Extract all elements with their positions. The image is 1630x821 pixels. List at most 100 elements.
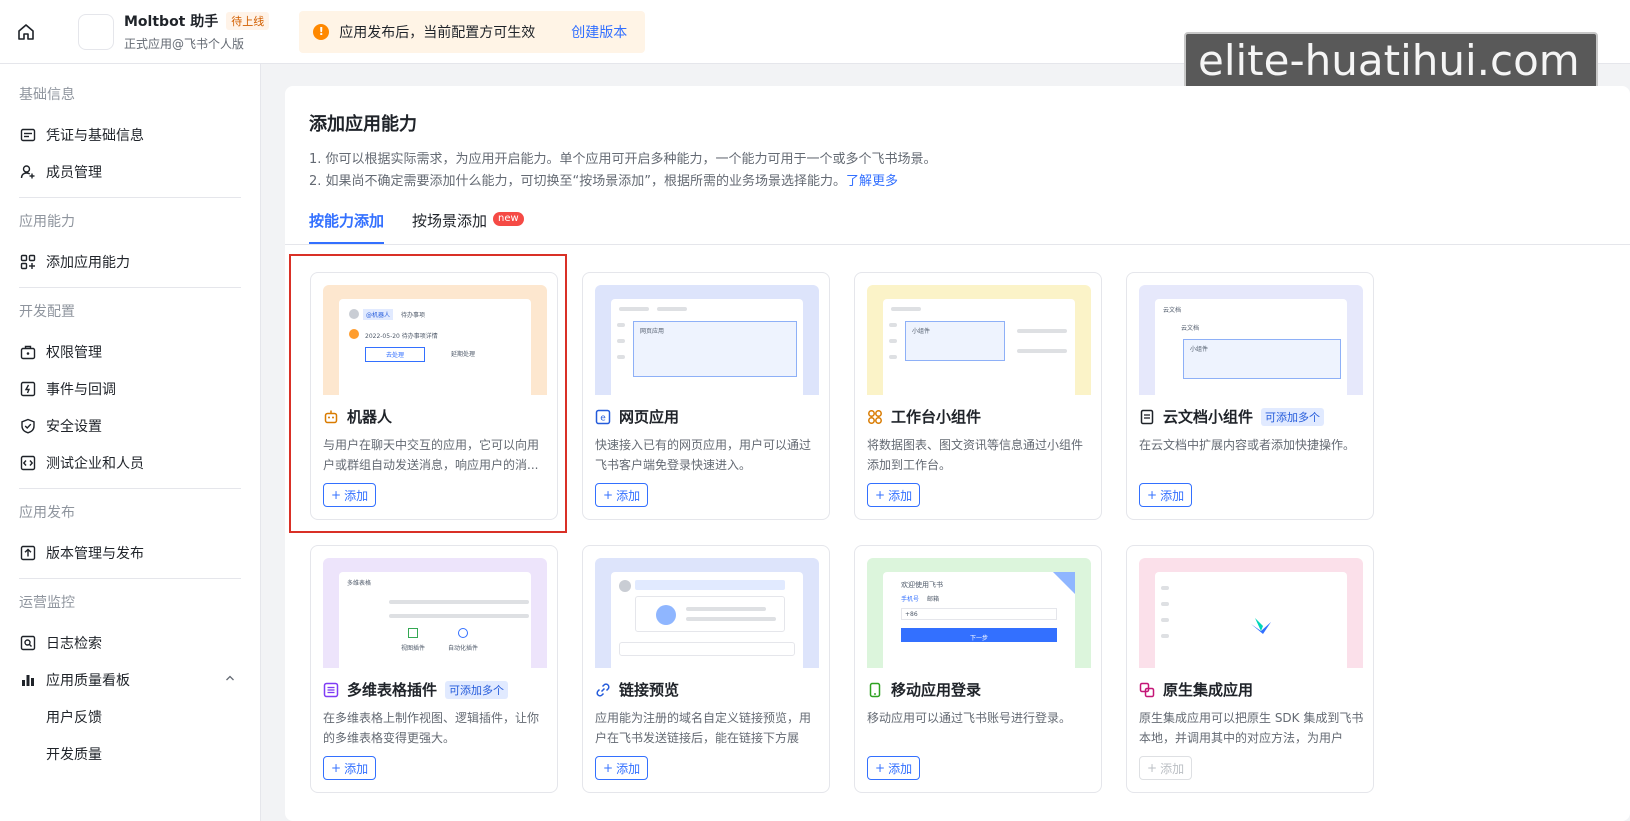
login-thumb-window: 欢迎使用飞书 手机号 邮箱 +86 下一步	[883, 572, 1075, 668]
card-robot[interactable]: @机器人 待办事项 2022-05-20 待办事项详情 去处理 延期处理 机器人…	[310, 272, 558, 520]
status-badge: 待上线	[226, 12, 270, 30]
add-label: 添加	[616, 488, 641, 503]
sidebar-item-events[interactable]: 事件与回调	[0, 370, 260, 407]
sidebar-item-members[interactable]: 成员管理	[0, 153, 260, 190]
sidebar-item-test-org[interactable]: 测试企业和人员	[0, 444, 260, 481]
phone-input: +86	[901, 608, 1057, 620]
add-button[interactable]: + 添加	[595, 756, 649, 780]
doc-box: 小组件	[1183, 339, 1341, 379]
log-search-icon	[19, 634, 36, 651]
thumb-line	[891, 307, 921, 311]
svg-text:e: e	[600, 413, 606, 423]
add-button-disabled[interactable]: + 添加	[1139, 756, 1193, 780]
add-button[interactable]: + 添加	[323, 483, 377, 507]
auto-plugin-icon	[458, 628, 468, 638]
widget-thumb-window: 小组件	[883, 299, 1075, 395]
sidebar-item-logs[interactable]: 日志检索	[0, 624, 260, 661]
card-description: 在多维表格上制作视图、逻辑插件，让你的多维表格变得更强大。	[323, 711, 540, 745]
view-plugin: 视图插件	[395, 628, 431, 656]
tab-by-scene[interactable]: 按场景添加 new	[412, 210, 524, 244]
add-button[interactable]: + 添加	[1139, 483, 1193, 507]
sidebar-item-label: 开发质量	[46, 746, 102, 763]
card-title-row: 移动应用登录	[867, 679, 981, 700]
web-app-thumbnail: 网页应用	[595, 285, 819, 395]
thumb-line	[657, 307, 687, 311]
bot-btn-handle: 去处理	[365, 347, 426, 362]
sidebar-item-label: 成员管理	[46, 164, 102, 181]
thumb-line	[686, 617, 776, 621]
event-icon	[19, 380, 36, 397]
card-mobile-login[interactable]: 欢迎使用飞书 手机号 邮箱 +86 下一步 移动应用登录 移动应用可以通过飞书账…	[854, 545, 1102, 793]
sidebar-item-permissions[interactable]: 权限管理	[0, 333, 260, 370]
home-icon	[18, 23, 34, 40]
thumb-line	[1161, 634, 1169, 638]
learn-more-link[interactable]: 了解更多	[846, 174, 898, 189]
robot-thumb-window: @机器人 待办事项 2022-05-20 待办事项详情 去处理 延期处理	[339, 299, 531, 395]
sidebar-item-feedback[interactable]: 用户反馈	[0, 698, 260, 735]
web-box-label: 网页应用	[640, 328, 665, 335]
card-description: 在云文档中扩展内容或者添加快捷操作。	[1139, 438, 1356, 452]
sidebar-item-version[interactable]: 版本管理与发布	[0, 534, 260, 571]
chat-tag: @机器人	[363, 309, 394, 320]
plus-icon: +	[331, 761, 342, 775]
sidebar-item-add-ability[interactable]: 添加应用能力	[0, 243, 260, 280]
widget-icon	[868, 409, 882, 424]
widget-thumbnail: 小组件	[867, 285, 1091, 395]
card-title-row: 多维表格插件 可添加多个	[323, 679, 509, 700]
tab-by-ability[interactable]: 按能力添加	[309, 210, 385, 244]
sidebar-item-label: 权限管理	[46, 344, 102, 361]
add-label: 添加	[888, 488, 913, 503]
plus-icon: +	[331, 488, 342, 502]
home-button[interactable]	[0, 0, 52, 64]
multi-add-tag: 可添加多个	[1261, 407, 1325, 426]
code-icon	[19, 454, 36, 471]
doc-title: 云文档	[1181, 325, 1200, 332]
sidebar-item-dev-quality[interactable]: 开发质量	[0, 735, 260, 772]
card-title: 网页应用	[619, 408, 680, 426]
multi-add-tag: 可添加多个	[445, 680, 509, 699]
new-badge: new	[493, 212, 524, 226]
sidebar-item-quality[interactable]: 应用质量看板	[0, 661, 260, 698]
sidebar: 基础信息 凭证与基础信息 成员管理 应用能力 添加应用能力 开发配置 权限管理 …	[0, 64, 261, 821]
doc-box-label: 小组件	[1190, 346, 1209, 353]
chevron-up-icon[interactable]	[224, 672, 236, 688]
robot-thumbnail: @机器人 待办事项 2022-05-20 待办事项详情 去处理 延期处理	[323, 285, 547, 395]
card-link-preview[interactable]: 链接预览 应用能为注册的域名自定义链接预览，用户在飞书发送链接后，能在链接下方展…	[582, 545, 830, 793]
thumb-line	[617, 339, 625, 343]
card-native-integration[interactable]: 原生集成应用 原生集成应用可以把原生 SDK 集成到飞书本地，并调用其中的对应方…	[1126, 545, 1374, 793]
sidebar-item-security[interactable]: 安全设置	[0, 407, 260, 444]
web-app-box: 网页应用	[633, 321, 797, 377]
card-web-app[interactable]: 网页应用 e 网页应用 快速接入已有的网页应用，用户可以通过飞书客户端免登录快速…	[582, 272, 830, 520]
sidebar-item-credentials[interactable]: 凭证与基础信息	[0, 116, 260, 153]
thumb-line	[1161, 602, 1169, 606]
thumb-line	[889, 339, 897, 343]
bitable-icon	[323, 682, 339, 697]
sidebar-item-label: 添加应用能力	[46, 254, 130, 271]
native-thumbnail	[1139, 558, 1363, 668]
date-line: 2022-05-20 待办事项详情	[365, 333, 438, 340]
card-bitable-plugin[interactable]: 多维表格 视图插件 自动化插件 多维表格插件 可添加多个 在多维表格上制作视图、…	[310, 545, 558, 793]
add-button[interactable]: + 添加	[867, 756, 921, 780]
native-thumb-window	[1155, 572, 1347, 668]
thumb-line	[619, 307, 649, 311]
description-line-2: 2. 如果尚不确定需要添加什么能力，可切换至“按场景添加”，根据所需的业务场景选…	[309, 170, 898, 189]
mobile-icon	[869, 682, 881, 697]
feishu-logo-icon	[1251, 618, 1271, 634]
thumb-line	[389, 600, 529, 604]
add-button[interactable]: + 添加	[867, 483, 921, 507]
briefcase-lock-icon	[19, 343, 36, 360]
chat-message: 待办事项	[401, 312, 426, 319]
thumb-line	[617, 323, 625, 327]
card-doc-widget[interactable]: 云文档 云文档 小组件 云文档小组件 可添加多个 在云文档中扩展内容或者添加快捷…	[1126, 272, 1374, 520]
sidebar-section-basic: 基础信息	[19, 87, 75, 103]
card-title-row: e 网页应用	[595, 406, 679, 427]
add-button[interactable]: + 添加	[323, 756, 377, 780]
card-workbench-widget[interactable]: 小组件 工作台小组件 将数据图表、图文资讯等信息通过小组件添加到工作台。 + 添加	[854, 272, 1102, 520]
plus-icon: +	[603, 488, 614, 502]
doc-widget-thumbnail: 云文档 云文档 小组件	[1139, 285, 1363, 395]
add-button[interactable]: + 添加	[595, 483, 649, 507]
app-name: Moltbot 助手	[124, 14, 219, 30]
bitable-thumb-window: 多维表格 视图插件 自动化插件	[339, 572, 531, 668]
create-version-link[interactable]: 创建版本	[571, 22, 627, 42]
add-label: 添加	[344, 761, 369, 776]
